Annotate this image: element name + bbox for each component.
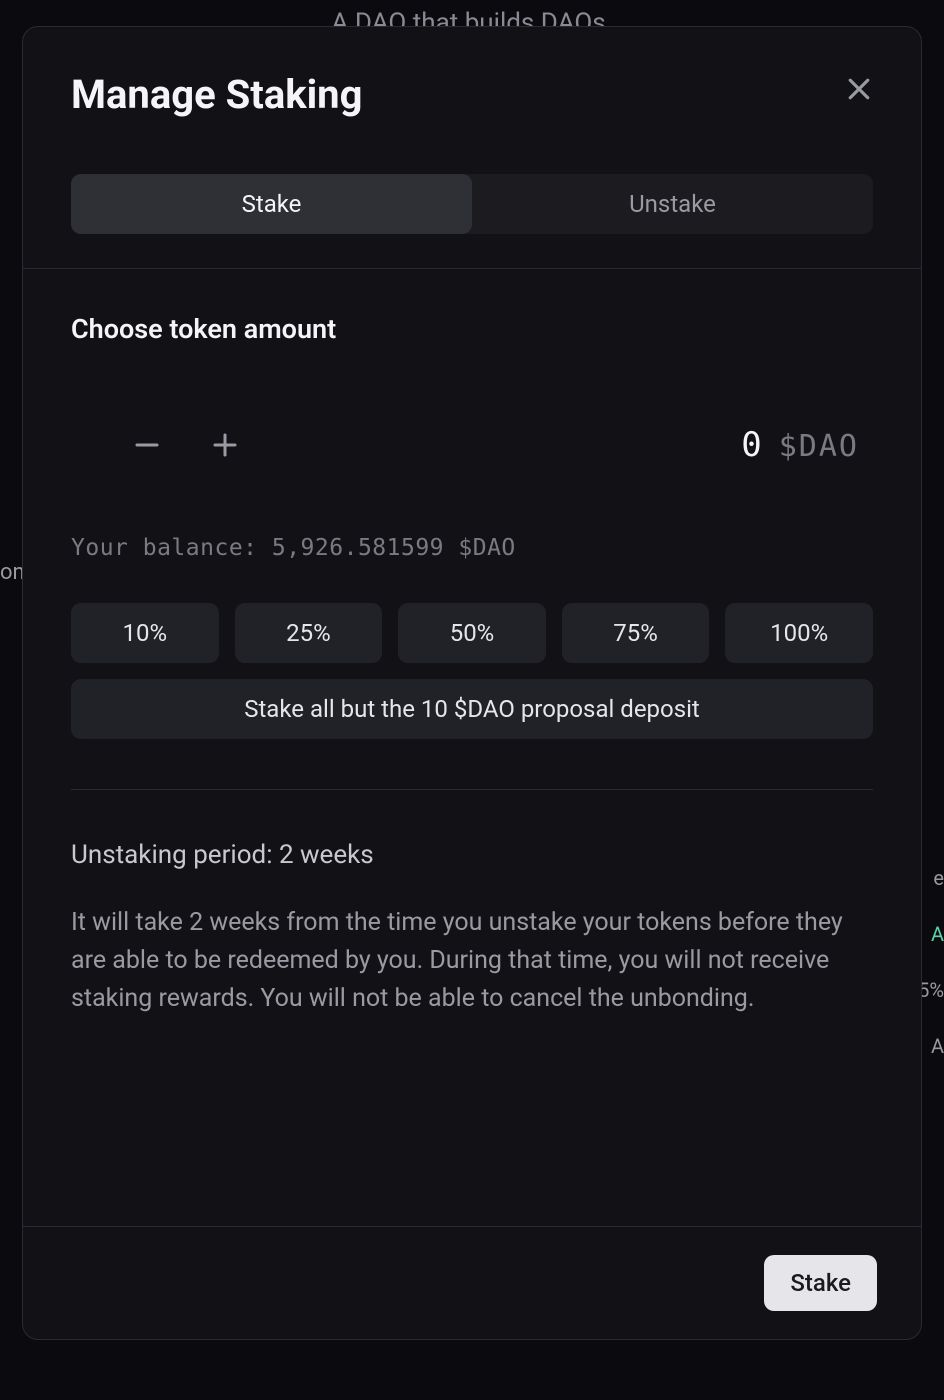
amount-heading: Choose token amount: [71, 313, 873, 345]
percent-row: 10% 25% 50% 75% 100%: [71, 603, 873, 663]
background-fragment-left: on: [0, 560, 25, 585]
tab-row: Stake Unstake: [71, 174, 873, 234]
unstaking-period-body: It will take 2 weeks from the time you u…: [71, 904, 873, 1018]
modal-title: Manage Staking: [71, 71, 873, 118]
close-icon: [844, 74, 874, 104]
percent-button-75[interactable]: 75%: [562, 603, 710, 663]
divider: [71, 789, 873, 790]
tab-stake[interactable]: Stake: [71, 174, 472, 234]
stake-button[interactable]: Stake: [764, 1255, 877, 1311]
modal-body: Choose token amount 0 $DAO Your balance:…: [23, 269, 921, 1226]
amount-stepper: [127, 425, 245, 465]
percent-button-25[interactable]: 25%: [235, 603, 383, 663]
amount-symbol: $DAO: [779, 429, 859, 464]
modal-footer: Stake: [23, 1226, 921, 1339]
modal-header: Manage Staking Stake Unstake: [23, 27, 921, 269]
decrement-button[interactable]: [127, 425, 167, 465]
minus-icon: [132, 430, 162, 460]
amount-row: 0 $DAO: [71, 425, 873, 465]
plus-icon: [210, 430, 240, 460]
percent-button-10[interactable]: 10%: [71, 603, 219, 663]
unstaking-period-title: Unstaking period: 2 weeks: [71, 840, 873, 870]
percent-button-50[interactable]: 50%: [398, 603, 546, 663]
amount-display: 0 $DAO: [741, 425, 859, 465]
manage-staking-modal: Manage Staking Stake Unstake Choose toke…: [22, 26, 922, 1340]
increment-button[interactable]: [205, 425, 245, 465]
percent-button-100[interactable]: 100%: [725, 603, 873, 663]
balance-label: Your balance: 5,926.581599 $DAO: [71, 535, 873, 561]
close-button[interactable]: [841, 71, 877, 107]
amount-value: 0: [741, 425, 762, 465]
stake-all-but-deposit-button[interactable]: Stake all but the 10 $DAO proposal depos…: [71, 679, 873, 739]
tab-unstake[interactable]: Unstake: [472, 174, 873, 234]
